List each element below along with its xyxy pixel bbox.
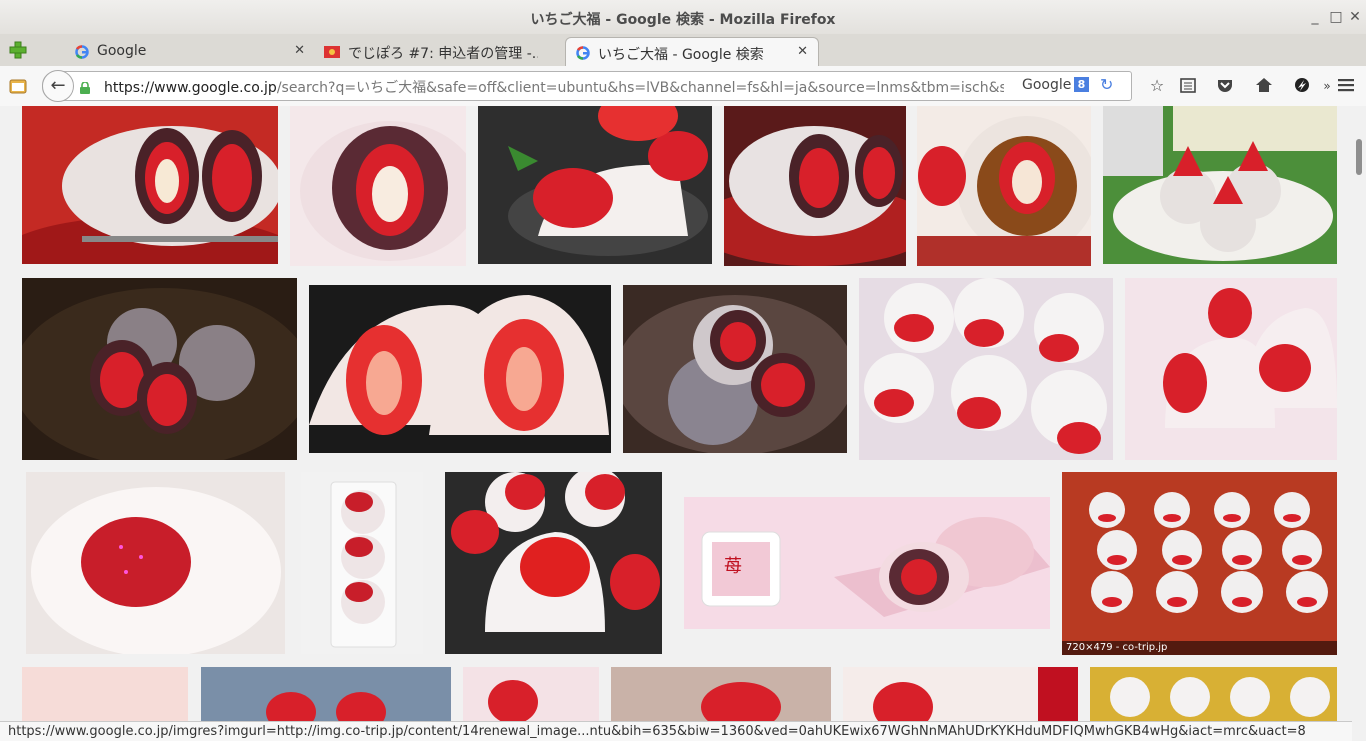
google-favicon-icon — [75, 45, 89, 59]
image-result[interactable] — [463, 667, 599, 721]
image-result[interactable] — [22, 667, 188, 721]
arrow-left-icon: ← — [50, 75, 66, 96]
extension-icon[interactable] — [1292, 76, 1312, 96]
plus-icon — [9, 41, 27, 59]
search-engine-badge[interactable]: 8 — [1074, 77, 1089, 92]
image-result[interactable] — [445, 472, 662, 654]
tab-label: いちご大福 - Google 検索 — [598, 47, 764, 63]
tab-label: Google — [97, 43, 147, 59]
image-result[interactable] — [1090, 667, 1337, 721]
image-result[interactable]: 720×479 - co-trip.jp — [1062, 472, 1337, 655]
image-result[interactable] — [1125, 278, 1337, 460]
close-tab-icon[interactable]: ✕ — [797, 44, 808, 59]
image-result[interactable] — [290, 106, 466, 266]
close-tab-icon[interactable]: ✕ — [294, 43, 305, 58]
svg-text:苺: 苺 — [724, 556, 742, 577]
tab-label: でじぽろ #7: 申込者の管理 -... — [348, 46, 538, 62]
image-result[interactable] — [843, 667, 1078, 721]
maximize-button[interactable]: □ — [1327, 8, 1345, 26]
tab-google[interactable]: Google ✕ — [65, 37, 315, 66]
search-engine-label[interactable]: Google — [1022, 77, 1071, 93]
tab-ichigo-daifuku[interactable]: いちご大福 - Google 検索 ✕ — [565, 37, 819, 67]
image-result[interactable] — [478, 106, 712, 264]
google-favicon-icon — [576, 46, 590, 60]
hamburger-menu-icon[interactable] — [1336, 76, 1356, 96]
back-button[interactable]: ← — [42, 70, 74, 102]
window-title: いちご大福 - Google 検索 - Mozilla Firefox — [530, 12, 836, 28]
reload-icon[interactable]: ↻ — [1100, 75, 1113, 94]
image-result[interactable] — [201, 667, 451, 721]
minimize-button[interactable]: _ — [1306, 8, 1324, 26]
image-result[interactable] — [309, 285, 611, 453]
image-result[interactable] — [22, 106, 278, 264]
lock-icon[interactable] — [80, 79, 90, 94]
overflow-icon[interactable]: » — [1317, 76, 1337, 96]
image-results-grid: 苺 720×479 - co-trip.jp — [0, 106, 1356, 721]
image-result[interactable] — [22, 278, 297, 460]
tab-strip: Google ✕ でじぽろ #7: 申込者の管理 -... いちご大福 - Go… — [0, 34, 1366, 67]
close-window-button[interactable]: ✕ — [1346, 8, 1364, 26]
status-link-preview: https://www.google.co.jp/imgres?imgurl=h… — [0, 721, 1352, 741]
image-result[interactable] — [1103, 106, 1337, 264]
new-tab-button[interactable] — [8, 40, 28, 60]
image-result[interactable] — [859, 278, 1113, 460]
scrollbar-thumb[interactable] — [1356, 139, 1362, 175]
home-icon[interactable] — [1254, 76, 1274, 96]
image-result[interactable] — [611, 667, 831, 721]
image-result[interactable] — [724, 106, 906, 266]
image-hover-caption: 720×479 - co-trip.jp — [1062, 641, 1337, 655]
tab-dejiporo[interactable]: でじぽろ #7: 申込者の管理 -... — [316, 37, 564, 66]
image-result[interactable] — [26, 472, 285, 654]
flag-favicon-icon — [324, 45, 340, 59]
pocket-icon[interactable] — [1215, 76, 1235, 96]
image-result[interactable] — [917, 106, 1091, 266]
image-result[interactable] — [623, 285, 847, 453]
title-bar: いちご大福 - Google 検索 - Mozilla Firefox _ □ … — [0, 0, 1366, 34]
url-input[interactable]: https://www.google.co.jp/search?q=いちご大福&… — [104, 77, 1004, 97]
image-result[interactable] — [301, 472, 423, 654]
url-path: /search?q=いちご大福&safe=off&client=ubuntu&h… — [276, 80, 1004, 96]
identity-page-icon[interactable] — [8, 76, 28, 96]
vertical-scrollbar[interactable] — [1352, 106, 1366, 721]
image-result[interactable]: 苺 — [684, 497, 1050, 629]
url-host: https://www.google.co.jp — [104, 80, 277, 96]
bookmark-star-icon[interactable]: ☆ — [1147, 76, 1167, 96]
reading-list-icon[interactable] — [1178, 76, 1198, 96]
navigation-bar: ← https://www.google.co.jp/search?q=いちご大… — [0, 66, 1366, 107]
